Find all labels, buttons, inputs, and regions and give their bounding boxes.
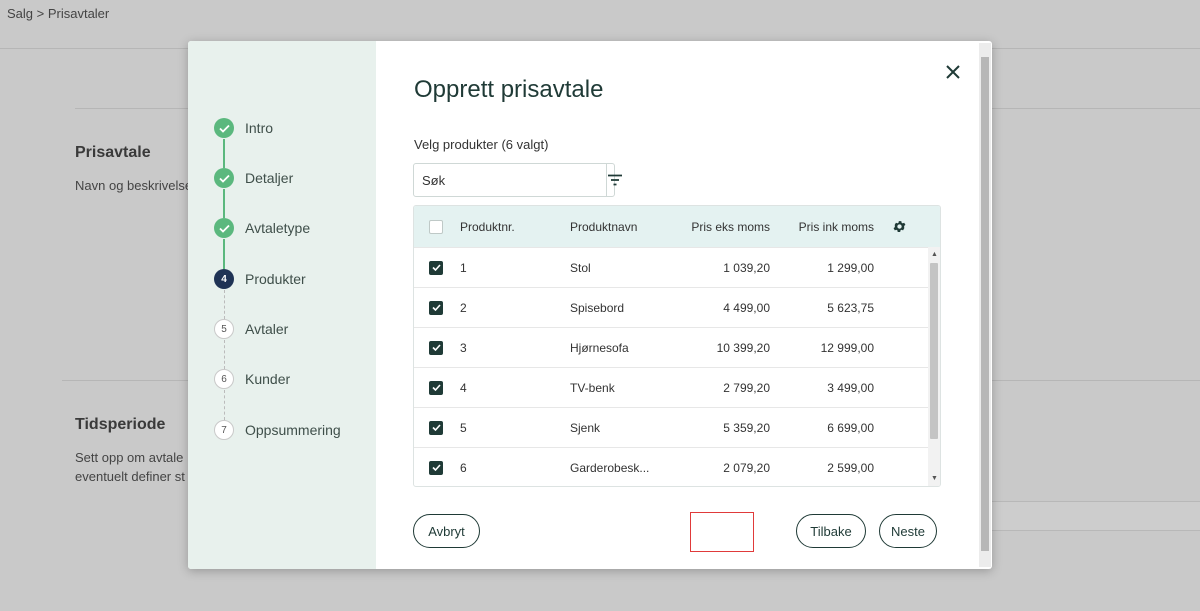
column-header-pris-ink-moms[interactable]: Pris ink moms (770, 220, 874, 234)
back-button[interactable]: Tilbake (796, 514, 866, 548)
select-all-checkbox[interactable] (429, 219, 443, 234)
background-field (990, 501, 1200, 531)
filter-button[interactable] (606, 164, 623, 196)
product-table: Produktnr. Produktnavn Pris eks moms Pri… (413, 205, 941, 487)
table-row[interactable]: 1 Stol 1 039,20 1 299,00 (414, 247, 940, 287)
section-desc-prisavtale: Navn og beskrivelse (75, 178, 193, 193)
cell-pris-eks-moms: 1 039,20 (723, 260, 770, 275)
cell-pris-eks-moms: 10 399,20 (716, 340, 770, 355)
row-checkbox[interactable] (429, 300, 443, 315)
step-oppsummering[interactable]: 7 Oppsummering (214, 419, 341, 441)
dialog-title: Opprett prisavtale (414, 76, 604, 103)
scrollbar-thumb[interactable] (930, 263, 938, 439)
step-kunder[interactable]: 6 Kunder (214, 368, 290, 390)
cell-produktnavn: Stol (570, 260, 591, 275)
row-checkbox[interactable] (429, 420, 443, 435)
step-number: 7 (214, 420, 234, 440)
breadcrumb[interactable]: Salg > Prisavtaler (7, 6, 109, 21)
step-avtaler[interactable]: 5 Avtaler (214, 318, 288, 340)
scroll-down-icon[interactable]: ▼ (931, 475, 938, 482)
section-title-tidsperiode: Tidsperiode (75, 416, 166, 433)
page-scrollbar[interactable] (979, 43, 991, 567)
step-intro[interactable]: Intro (214, 117, 273, 139)
checkmark-icon (214, 118, 234, 138)
search-box (413, 163, 622, 197)
cell-produktnr: 5 (460, 420, 467, 435)
step-label: Detaljer (245, 170, 294, 186)
search-input[interactable] (414, 164, 606, 196)
page-scrollbar-thumb[interactable] (981, 57, 989, 551)
step-connector (224, 390, 225, 420)
row-checkbox[interactable] (429, 260, 443, 275)
next-button[interactable]: Neste (879, 514, 937, 548)
cell-pris-ink-moms: 3 499,00 (827, 380, 874, 395)
table-row[interactable]: 2 Spisebord 4 499,00 5 623,75 (414, 287, 940, 327)
scroll-up-icon[interactable]: ▲ (931, 251, 938, 258)
cell-produktnr: 2 (460, 300, 467, 315)
column-header-produktnavn[interactable]: Produktnavn (570, 220, 680, 234)
cell-pris-ink-moms: 5 623,75 (827, 300, 874, 315)
cell-pris-ink-moms: 12 999,00 (820, 340, 874, 355)
create-price-agreement-dialog: Intro Detaljer Avtaletype 4 Produkter 5 … (188, 41, 992, 569)
cell-pris-eks-moms: 2 799,20 (723, 380, 770, 395)
cancel-button[interactable]: Avbryt (413, 514, 480, 548)
close-icon[interactable] (944, 63, 962, 81)
step-produkter[interactable]: 4 Produkter (214, 268, 306, 290)
selection-summary: Velg produkter (6 valgt) (414, 137, 549, 152)
checkmark-icon (214, 168, 234, 188)
step-label: Produkter (245, 271, 306, 287)
table-row[interactable]: 6 Garderobesk... 2 079,20 2 599,00 (414, 447, 940, 486)
row-checkbox[interactable] (429, 460, 443, 475)
table-scrollbar[interactable]: ▲ ▼ (928, 247, 940, 486)
section-desc-tidsperiode-1: Sett opp om avtale (75, 450, 184, 465)
cell-produktnr: 4 (460, 380, 467, 395)
cell-produktnavn: Hjørnesofa (570, 340, 629, 355)
cell-produktnr: 6 (460, 460, 467, 475)
cell-pris-ink-moms: 6 699,00 (827, 420, 874, 435)
step-detaljer[interactable]: Detaljer (214, 167, 293, 189)
step-avtaletype[interactable]: Avtaletype (214, 217, 310, 239)
row-checkbox[interactable] (429, 380, 443, 395)
cell-pris-ink-moms: 1 299,00 (827, 260, 874, 275)
cell-produktnavn: Spisebord (570, 300, 625, 315)
cell-produktnr: 1 (460, 260, 467, 275)
cell-pris-eks-moms: 2 079,20 (723, 460, 770, 475)
cell-produktnavn: Garderobesk... (570, 460, 650, 475)
cell-pris-ink-moms: 2 599,00 (827, 460, 874, 475)
step-number: 5 (214, 319, 234, 339)
step-connector (224, 340, 225, 369)
cell-produktnr: 3 (460, 340, 467, 355)
checkmark-icon (214, 218, 234, 238)
step-label: Avtaletype (245, 220, 311, 236)
cell-pris-eks-moms: 4 499,00 (723, 300, 770, 315)
step-label: Intro (245, 120, 274, 136)
cell-pris-eks-moms: 5 359,20 (723, 420, 770, 435)
column-header-produktnr[interactable]: Produktnr. (458, 220, 570, 234)
step-number: 4 (214, 269, 234, 289)
step-connector (223, 239, 225, 269)
cell-produktnavn: Sjenk (570, 420, 601, 435)
stepper: Intro Detaljer Avtaletype 4 Produkter 5 … (188, 41, 376, 569)
section-title-prisavtale: Prisavtale (75, 144, 151, 161)
step-label: Avtaler (245, 321, 289, 337)
gear-icon[interactable] (874, 219, 924, 234)
column-header-pris-eks-moms[interactable]: Pris eks moms (680, 220, 770, 234)
filter-icon (608, 174, 622, 186)
step-number: 6 (214, 369, 234, 389)
step-label: Oppsummering (245, 422, 341, 438)
dialog-content: Opprett prisavtale Velg produkter (6 val… (376, 41, 992, 569)
cell-produktnavn: TV-benk (570, 380, 615, 395)
table-row[interactable]: 4 TV-benk 2 799,20 3 499,00 (414, 367, 940, 407)
step-connector (223, 189, 225, 218)
section-desc-tidsperiode-2: eventuelt definer st (75, 469, 185, 484)
table-row[interactable]: 3 Hjørnesofa 10 399,20 12 999,00 (414, 327, 940, 367)
table-header: Produktnr. Produktnavn Pris eks moms Pri… (414, 206, 940, 247)
table-row[interactable]: 5 Sjenk 5 359,20 6 699,00 (414, 407, 940, 447)
step-connector (223, 139, 225, 168)
row-checkbox[interactable] (429, 340, 443, 355)
step-connector (224, 290, 225, 319)
next-button-highlight (690, 512, 754, 552)
step-label: Kunder (245, 371, 291, 387)
